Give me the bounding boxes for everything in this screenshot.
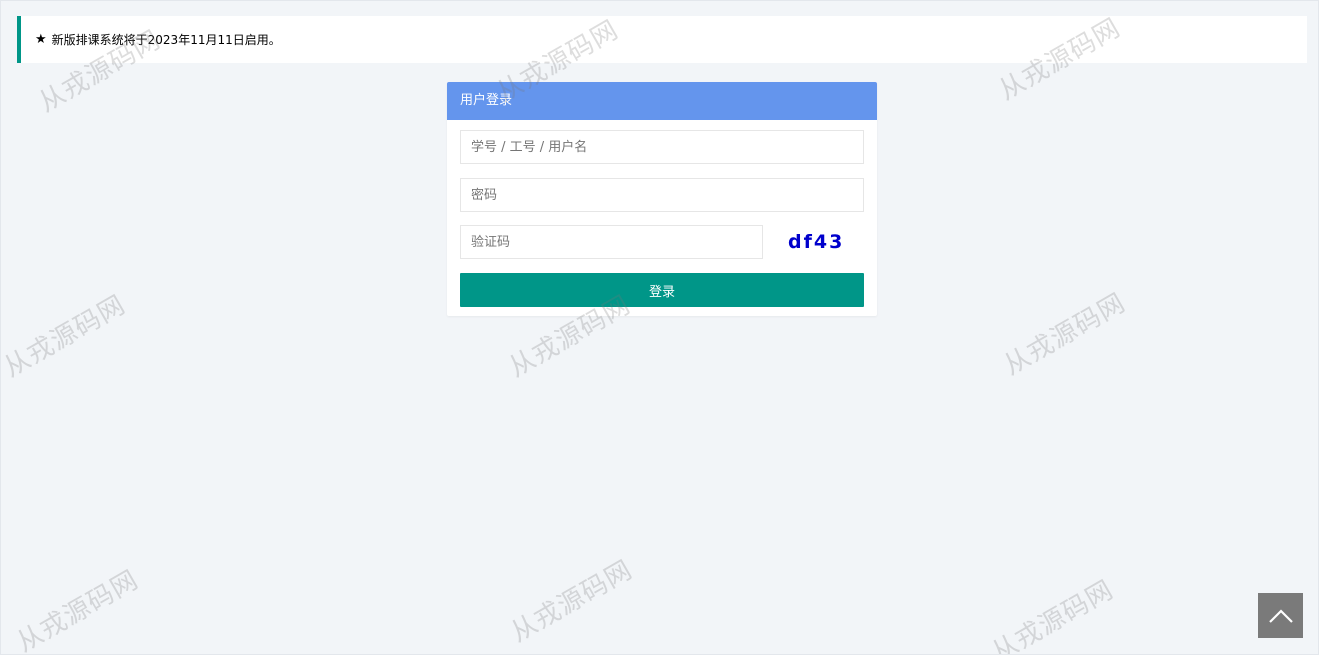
notice-text: 新版排课系统将于2023年11月11日启用。 xyxy=(51,33,281,47)
watermark: 从戎源码网 xyxy=(998,287,1131,382)
watermark: 从戎源码网 xyxy=(505,554,638,649)
username-input[interactable] xyxy=(460,130,864,164)
login-card: 用户登录 df43 登录 xyxy=(447,82,877,316)
captcha-input[interactable] xyxy=(460,225,763,259)
captcha-image[interactable]: df43 xyxy=(788,228,848,256)
password-input[interactable] xyxy=(460,178,864,212)
notice-bar: ★ 新版排课系统将于2023年11月11日启用。 xyxy=(17,16,1307,63)
watermark: 从戎源码网 xyxy=(11,564,144,655)
login-button[interactable]: 登录 xyxy=(460,273,864,307)
page: ★ 新版排课系统将于2023年11月11日启用。 用户登录 df43 登录 从戎… xyxy=(0,0,1319,655)
chevron-up-icon xyxy=(1268,608,1293,623)
back-to-top-button[interactable] xyxy=(1258,593,1303,638)
watermark: 从戎源码网 xyxy=(986,574,1119,655)
login-title: 用户登录 xyxy=(447,82,877,120)
star-icon: ★ xyxy=(35,32,47,47)
watermark: 从戎源码网 xyxy=(0,289,131,384)
